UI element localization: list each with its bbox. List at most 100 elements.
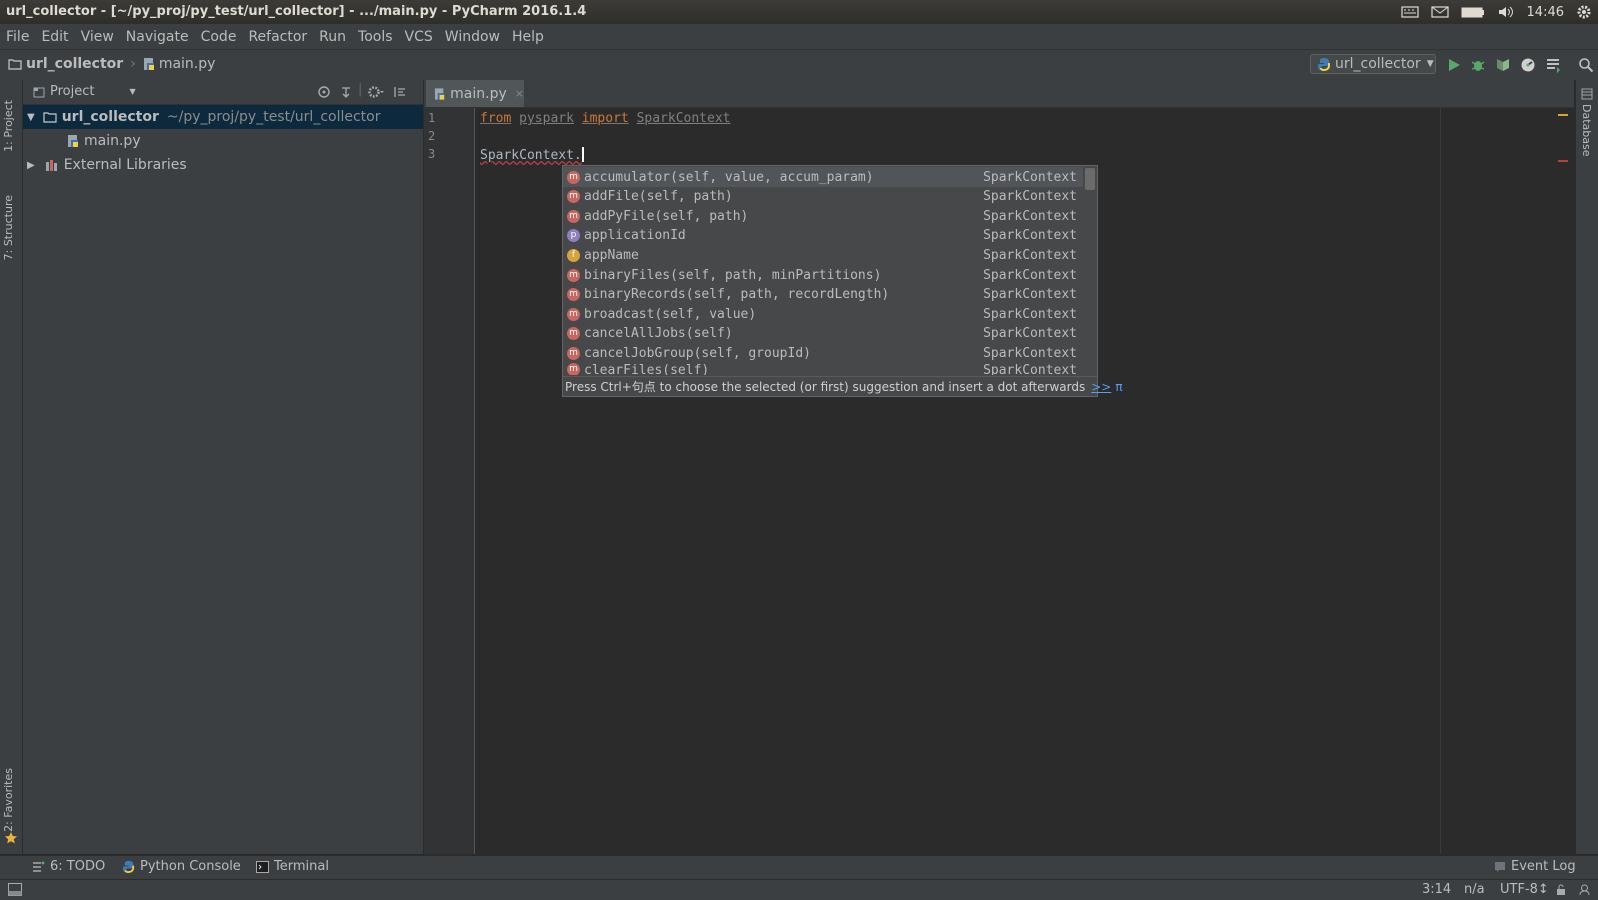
inspector-icon[interactable] bbox=[1578, 883, 1591, 896]
completion-item-text: cancelAllJobs(self) bbox=[584, 326, 733, 342]
completion-item[interactable]: m cancelJobGroup(self, groupId) SparkConte… bbox=[563, 343, 1083, 363]
database-tab-label: Database bbox=[1580, 104, 1593, 157]
completion-item-type: SparkContext bbox=[983, 326, 1077, 342]
project-view-selector[interactable]: Project ▼ bbox=[33, 84, 136, 99]
tool-windows-toggle-icon[interactable] bbox=[8, 883, 22, 896]
menu-help[interactable]: Help bbox=[506, 29, 550, 45]
warning-stripe[interactable] bbox=[1558, 114, 1568, 116]
popup-scrollbar[interactable] bbox=[1085, 168, 1095, 190]
locate-icon[interactable] bbox=[317, 85, 331, 99]
pi-icon[interactable]: π bbox=[1115, 380, 1122, 394]
database-icon bbox=[1581, 88, 1593, 100]
tree-row-external-libraries[interactable]: ▶ External Libraries bbox=[23, 153, 187, 177]
completion-hint: Press Ctrl+句点 to choose the selected (or… bbox=[565, 380, 1086, 394]
volume-icon[interactable] bbox=[1497, 5, 1515, 19]
expand-arrow-icon[interactable]: ▼ bbox=[27, 112, 35, 123]
terminal-icon bbox=[256, 860, 269, 873]
tab-main-py[interactable]: main.py × bbox=[426, 80, 524, 107]
lock-icon[interactable] bbox=[1556, 884, 1566, 896]
completion-item-type: SparkContext bbox=[983, 287, 1077, 303]
tab-project-tool[interactable]: 1: Project bbox=[2, 100, 15, 152]
right-tool-strip: Database bbox=[1575, 80, 1598, 854]
completion-item-text: accumulator(self, value, accum_param) bbox=[584, 169, 874, 185]
method-icon: m bbox=[567, 327, 580, 341]
breadcrumb-project[interactable]: url_collector bbox=[26, 56, 123, 72]
run-configuration-label: url_collector bbox=[1335, 56, 1421, 72]
window-title-bar: url_collector - [~/py_proj/py_test/url_c… bbox=[0, 0, 1598, 24]
header-divider: | bbox=[358, 82, 363, 97]
settings-gear-icon[interactable] bbox=[367, 85, 385, 99]
file-encoding[interactable]: UTF-8↕ bbox=[1500, 882, 1549, 897]
menu-code[interactable]: Code bbox=[195, 29, 243, 45]
completion-item[interactable]: m accumulator(self, value, accum_param) Sp… bbox=[563, 167, 1083, 187]
method-icon: m bbox=[567, 170, 580, 184]
tab-todo[interactable]: 6: TODO bbox=[32, 859, 105, 874]
menu-file[interactable]: File bbox=[0, 29, 35, 45]
completion-item[interactable]: m binaryRecords(self, path, recordLength)… bbox=[563, 285, 1083, 305]
keyboard-icon[interactable] bbox=[1400, 5, 1419, 19]
completion-hint-link[interactable]: >> bbox=[1091, 380, 1111, 394]
menu-vcs[interactable]: VCS bbox=[399, 29, 439, 45]
menu-edit[interactable]: Edit bbox=[35, 29, 74, 45]
hide-panel-icon[interactable] bbox=[393, 85, 407, 99]
python-icon bbox=[1318, 58, 1330, 71]
tab-terminal[interactable]: Terminal bbox=[256, 859, 329, 874]
menu-window[interactable]: Window bbox=[439, 29, 506, 45]
expand-arrow-icon[interactable]: ▶ bbox=[27, 160, 35, 171]
menu-tools[interactable]: Tools bbox=[352, 29, 399, 45]
completion-item[interactable]: f appName SparkContext bbox=[563, 245, 1083, 265]
tab-python-console[interactable]: Python Console bbox=[122, 859, 241, 874]
breadcrumb-file[interactable]: main.py bbox=[159, 56, 216, 72]
mail-icon[interactable] bbox=[1430, 5, 1449, 19]
structure-tab-label: 7: Structure bbox=[2, 195, 15, 261]
project-view-label: Project bbox=[50, 84, 95, 99]
clock[interactable]: 14:46 bbox=[1527, 5, 1564, 20]
editor-tabs: main.py × bbox=[424, 80, 1574, 108]
close-icon[interactable]: × bbox=[515, 87, 524, 100]
tab-database-tool[interactable]: Database bbox=[1580, 104, 1593, 157]
completion-item[interactable]: m broadcast(self, value) SparkContext bbox=[563, 304, 1083, 324]
completion-item-type: SparkContext bbox=[983, 345, 1077, 361]
menu-run[interactable]: Run bbox=[313, 29, 352, 45]
menu-navigate[interactable]: Navigate bbox=[120, 29, 195, 45]
debug-icon[interactable] bbox=[1470, 57, 1486, 73]
structure-view-icon[interactable] bbox=[1545, 57, 1561, 73]
completion-item-text: cancelJobGroup(self, groupId) bbox=[584, 345, 811, 361]
completion-item[interactable]: m binaryFiles(self, path, minPartitions) S… bbox=[563, 265, 1083, 285]
search-icon[interactable] bbox=[1578, 57, 1594, 73]
method-icon: m bbox=[567, 209, 580, 223]
gear-icon[interactable] bbox=[1576, 4, 1592, 20]
imported-name: SparkContext bbox=[636, 111, 731, 126]
library-icon bbox=[45, 160, 57, 171]
completion-item[interactable]: m addPyFile(self, path) SparkContext bbox=[563, 206, 1083, 226]
status-bar: 3:14 n/a UTF-8↕ bbox=[0, 879, 1598, 900]
run-configuration-select[interactable]: url_collector ▼ bbox=[1310, 54, 1436, 74]
caret-position[interactable]: 3:14 bbox=[1422, 882, 1451, 897]
text-caret bbox=[581, 147, 584, 162]
battery-icon[interactable] bbox=[1461, 5, 1485, 19]
event-log-label: Event Log bbox=[1511, 859, 1576, 874]
error-stripe[interactable] bbox=[1558, 160, 1568, 162]
run-icon[interactable] bbox=[1446, 57, 1462, 73]
menu-view[interactable]: View bbox=[75, 29, 120, 45]
completion-item[interactable]: m addFile(self, path) SparkContext bbox=[563, 187, 1083, 207]
breadcrumb: url_collector › main.py bbox=[8, 56, 215, 72]
completion-item-type: SparkContext bbox=[983, 363, 1077, 375]
tab-event-log[interactable]: Event Log bbox=[1494, 859, 1576, 874]
tab-favorites-tool[interactable]: 2: Favorites bbox=[2, 768, 15, 832]
profile-icon[interactable] bbox=[1520, 57, 1536, 73]
menu-refactor[interactable]: Refactor bbox=[242, 29, 313, 45]
bottom-tool-strip: 6: TODO Python Console Terminal Event Lo… bbox=[0, 855, 1598, 880]
completion-item[interactable]: m clearFiles(self) SparkContext bbox=[563, 363, 1083, 375]
coverage-icon[interactable] bbox=[1495, 57, 1511, 73]
completion-item[interactable]: p applicationId SparkContext bbox=[563, 226, 1083, 246]
tree-external-label: External Libraries bbox=[63, 157, 187, 173]
project-root-name: url_collector bbox=[61, 109, 159, 125]
tree-row-main-py[interactable]: main.py bbox=[23, 129, 141, 153]
line-separator[interactable]: n/a bbox=[1464, 882, 1485, 897]
tree-row-project-root[interactable]: ▼ url_collector ~/py_proj/py_test/url_co… bbox=[23, 105, 423, 129]
tab-structure-tool[interactable]: 7: Structure bbox=[2, 195, 15, 260]
collapse-all-icon[interactable] bbox=[339, 85, 353, 99]
completion-item-text: broadcast(self, value) bbox=[584, 306, 757, 322]
completion-item[interactable]: m cancelAllJobs(self) SparkContext bbox=[563, 324, 1083, 344]
